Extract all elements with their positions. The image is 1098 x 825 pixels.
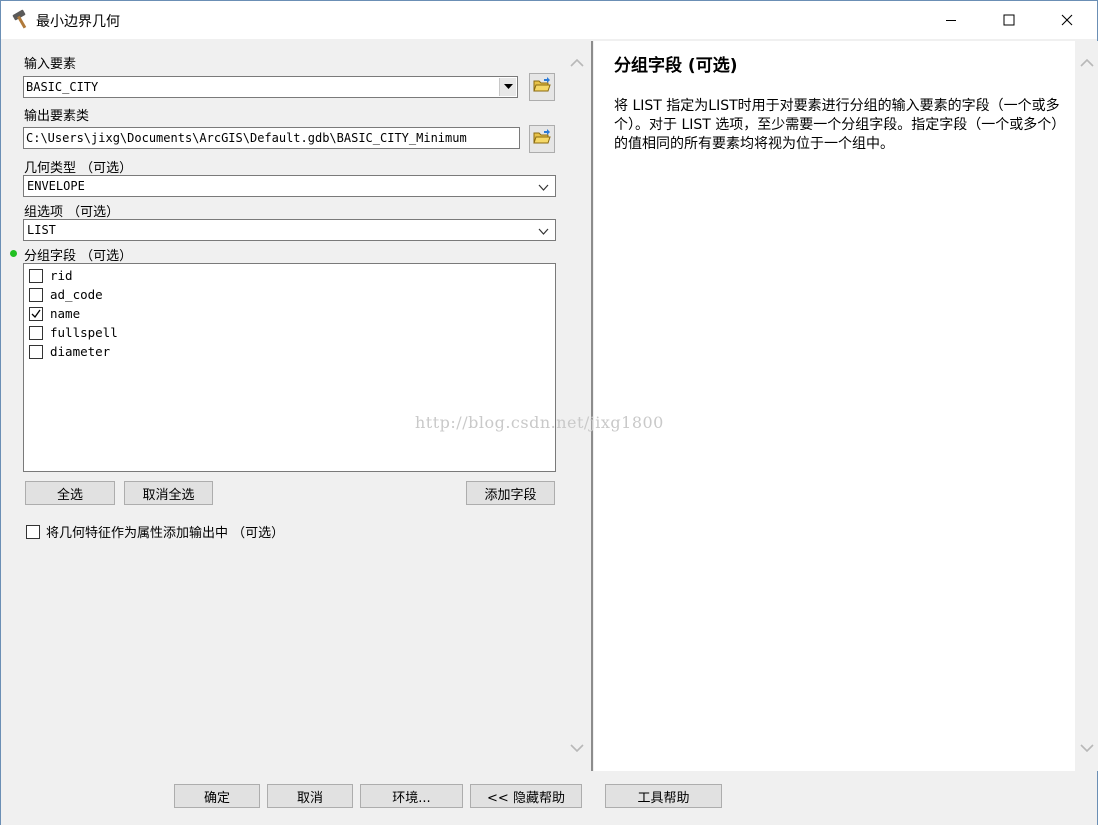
unselect-all-button[interactable]: 取消全选: [124, 481, 213, 505]
help-description: 将 LIST 指定为LIST时用于对要素进行分组的输入要素的字段（一个或多个）。…: [614, 98, 1060, 152]
chevron-down-icon: [538, 223, 549, 243]
list-item[interactable]: rid: [29, 266, 73, 285]
scroll-down-button[interactable]: [1078, 739, 1096, 757]
maximize-button[interactable]: [980, 1, 1038, 39]
help-title: 分组字段 (可选): [614, 56, 738, 76]
scroll-up-button[interactable]: [1078, 53, 1096, 71]
field-checkbox[interactable]: [29, 287, 43, 302]
chevron-down-icon: [1080, 743, 1094, 752]
select-all-button[interactable]: 全选: [25, 481, 115, 505]
window-title: 最小边界几何: [36, 14, 120, 30]
add-geometry-characteristics-option[interactable]: 将几何特征作为属性添加输出中 （可选）: [26, 522, 284, 541]
field-name: rid: [50, 268, 73, 283]
tool-dialog: 最小边界几何 输入要素 BASIC_CITY 输出要素类 C:\Users\ji…: [0, 0, 1098, 825]
open-folder-icon: [533, 77, 551, 97]
group-option-select[interactable]: LIST: [23, 219, 556, 241]
minimize-button[interactable]: [922, 1, 980, 39]
close-button[interactable]: [1038, 1, 1096, 39]
input-features-combo[interactable]: BASIC_CITY: [23, 76, 518, 98]
field-name: ad_code: [50, 287, 103, 302]
ok-button[interactable]: 确定: [174, 784, 260, 808]
output-feature-class-value: C:\Users\jixg\Documents\ArcGIS\Default.g…: [26, 131, 467, 145]
open-folder-icon: [533, 129, 551, 149]
dialog-button-bar: 确定 取消 环境... << 隐藏帮助 工具帮助: [1, 772, 1097, 825]
browse-input-button[interactable]: [529, 73, 555, 101]
field-name: fullspell: [50, 325, 118, 340]
add-geometry-label: 将几何特征作为属性添加输出中 （可选）: [46, 526, 285, 541]
chevron-up-icon: [570, 58, 584, 67]
output-feature-class-label: 输出要素类: [24, 109, 90, 124]
chevron-down-icon: [570, 743, 584, 752]
dropdown-arrow-icon[interactable]: [499, 78, 516, 96]
hide-help-button[interactable]: << 隐藏帮助: [470, 784, 582, 808]
scroll-down-button[interactable]: [568, 739, 586, 757]
help-panel: 分组字段 (可选) 将 LIST 指定为LIST时用于对要素进行分组的输入要素的…: [594, 41, 1098, 771]
title-bar: 最小边界几何: [1, 1, 1097, 39]
geometry-type-value: ENVELOPE: [27, 179, 85, 193]
parameters-panel: 输入要素 BASIC_CITY 输出要素类 C:\Users\jixg\Docu…: [5, 41, 589, 771]
input-features-value: BASIC_CITY: [26, 80, 99, 94]
checkmark-icon: [31, 309, 41, 318]
group-option-label: 组选项 （可选）: [24, 205, 120, 220]
splitter-line: [591, 41, 593, 771]
watermark: http://blog.csdn.net/jixg1800: [415, 413, 664, 432]
group-fields-list[interactable]: rid ad_code name fullspell diameter: [23, 263, 556, 472]
field-checkbox-checked[interactable]: [29, 306, 43, 321]
geometry-type-label: 几何类型 （可选）: [24, 161, 133, 176]
hammer-icon: [11, 9, 33, 31]
help-scrollbar[interactable]: [1075, 41, 1098, 771]
input-features-label: 输入要素: [24, 57, 77, 72]
cancel-button[interactable]: 取消: [267, 784, 353, 808]
list-item[interactable]: ad_code: [29, 285, 103, 304]
tool-help-button[interactable]: 工具帮助: [605, 784, 722, 808]
browse-output-button[interactable]: [529, 125, 555, 153]
list-item[interactable]: diameter: [29, 342, 110, 361]
group-fields-label: 分组字段 （可选）: [24, 249, 133, 264]
chevron-down-icon: [538, 179, 549, 199]
field-name: diameter: [50, 344, 111, 359]
active-parameter-indicator: [10, 250, 17, 257]
list-item[interactable]: fullspell: [29, 323, 118, 342]
environments-button[interactable]: 环境...: [360, 784, 463, 808]
field-checkbox[interactable]: [29, 268, 43, 283]
field-name: name: [50, 306, 81, 321]
add-field-button[interactable]: 添加字段: [466, 481, 555, 505]
add-geometry-checkbox[interactable]: [26, 524, 40, 539]
geometry-type-select[interactable]: ENVELOPE: [23, 175, 556, 197]
output-feature-class-field[interactable]: C:\Users\jixg\Documents\ArcGIS\Default.g…: [23, 127, 520, 149]
field-checkbox[interactable]: [29, 325, 43, 340]
field-checkbox[interactable]: [29, 344, 43, 359]
chevron-up-icon: [1080, 58, 1094, 67]
list-item[interactable]: name: [29, 304, 80, 323]
group-option-value: LIST: [27, 223, 56, 237]
scroll-up-button[interactable]: [568, 53, 586, 71]
